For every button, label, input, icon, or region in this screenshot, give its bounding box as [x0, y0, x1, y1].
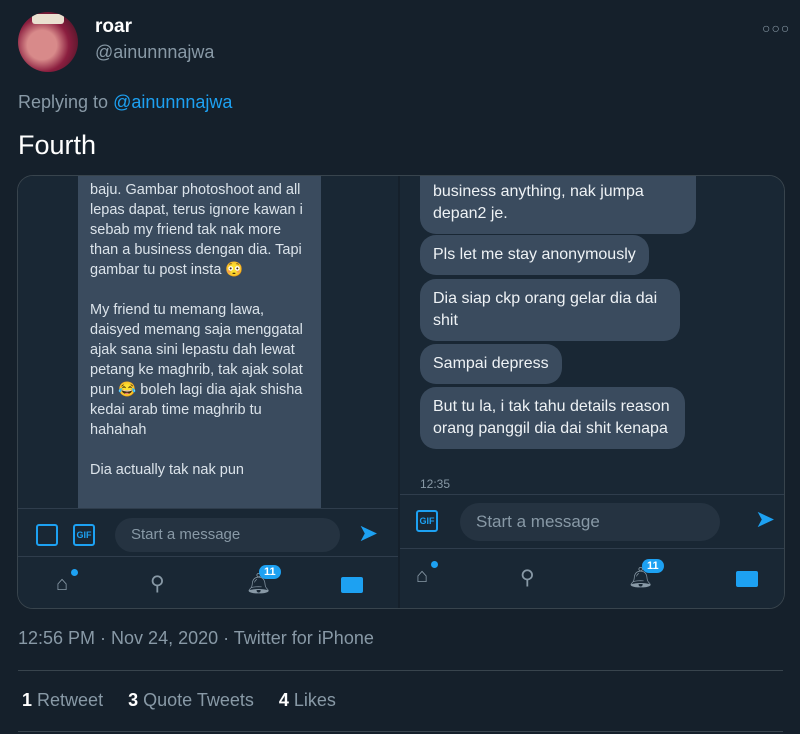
- replying-to: Replying to @ainunnnajwa: [18, 92, 232, 113]
- tweet-stats: 1 Retweet 3 Quote Tweets 4 Likes: [22, 690, 336, 711]
- chat-bubble: Dia siap ckp orang gelar dia dai shit: [420, 279, 680, 341]
- quotes-count: 3: [128, 690, 139, 710]
- quotes-label: Quote Tweets: [143, 690, 254, 710]
- message-input[interactable]: Start a message: [460, 503, 720, 541]
- likes-count: 4: [278, 690, 289, 710]
- notification-badge: 11: [259, 565, 281, 579]
- home-icon[interactable]: ⌂: [56, 573, 68, 596]
- chat-bubble: business anything, nak jumpa depan2 je.: [420, 176, 696, 234]
- tweet-media[interactable]: baju. Gambar photoshoot and all lepas da…: [17, 175, 785, 609]
- retweets-stat[interactable]: 1 Retweet: [22, 690, 103, 710]
- divider: [18, 670, 783, 671]
- retweets-count: 1: [22, 690, 33, 710]
- home-dot: [71, 569, 78, 576]
- image-icon[interactable]: [36, 524, 58, 546]
- messages-icon[interactable]: [736, 571, 758, 587]
- more-dots-icon[interactable]: ○○○: [762, 20, 790, 36]
- media-image-right[interactable]: business anything, nak jumpa depan2 je. …: [400, 176, 784, 608]
- tweet-timestamp[interactable]: 12:56 PM · Nov 24, 2020 · Twitter for iP…: [18, 628, 374, 649]
- quotes-stat[interactable]: 3 Quote Tweets: [128, 690, 254, 710]
- retweets-label: Retweet: [37, 690, 104, 710]
- chat-bubble-left: baju. Gambar photoshoot and all lepas da…: [78, 176, 321, 508]
- send-icon[interactable]: ➤: [358, 519, 378, 548]
- chat-bubble: Sampai depress: [420, 344, 562, 384]
- divider: [18, 731, 783, 732]
- message-composer: GIF Start a message ➤: [18, 508, 398, 561]
- chat-paragraph: My friend tu memang lawa, daisyed memang…: [90, 302, 303, 438]
- gif-icon[interactable]: GIF: [73, 524, 95, 546]
- display-name[interactable]: roar: [95, 16, 132, 38]
- chat-paragraph: Dia actually tak nak pun: [90, 462, 244, 478]
- gif-icon[interactable]: GIF: [416, 510, 438, 532]
- chat-paragraph: baju. Gambar photoshoot and all lepas da…: [90, 182, 303, 278]
- message-composer: GIF Start a message ➤: [400, 494, 784, 547]
- message-time: 12:35: [420, 477, 451, 491]
- tab-bar: ⌂ ⚲ 🔔︎ 11: [400, 548, 784, 608]
- message-input[interactable]: Start a message: [115, 518, 340, 552]
- chat-bubble: Pls let me stay anonymously: [420, 235, 649, 275]
- tab-bar: ⌂ ⚲ 🔔︎ 11: [18, 556, 398, 608]
- likes-stat[interactable]: 4 Likes: [279, 690, 336, 710]
- search-icon[interactable]: ⚲: [150, 571, 165, 596]
- home-dot: [431, 561, 438, 568]
- replying-prefix: Replying to: [18, 92, 109, 112]
- send-icon[interactable]: ➤: [755, 505, 775, 534]
- avatar-hat: [32, 14, 64, 24]
- replying-mention-link[interactable]: @ainunnnajwa: [113, 92, 232, 112]
- user-handle[interactable]: @ainunnnajwa: [95, 42, 214, 63]
- chat-bubble: But tu la, i tak tahu details reason ora…: [420, 387, 685, 449]
- tweet-text: Fourth: [18, 130, 97, 160]
- search-icon[interactable]: ⚲: [520, 565, 535, 590]
- likes-label: Likes: [293, 690, 336, 710]
- home-icon[interactable]: ⌂: [416, 565, 428, 588]
- avatar[interactable]: [18, 12, 78, 72]
- notification-badge: 11: [642, 559, 664, 573]
- messages-icon[interactable]: [341, 577, 363, 593]
- media-image-left[interactable]: baju. Gambar photoshoot and all lepas da…: [18, 176, 398, 608]
